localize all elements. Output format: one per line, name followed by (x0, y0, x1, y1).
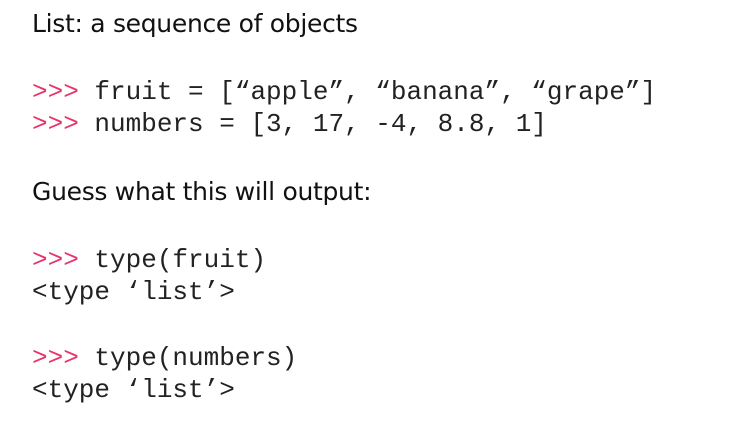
code-line-type-fruit: >>> type(fruit) (32, 244, 266, 276)
code-line-numbers: >>> numbers = [3, 17, -4, 8.8, 1] (32, 108, 547, 140)
code-type-numbers-command: type(numbers) (94, 343, 298, 373)
slide-title: List: a sequence of objects (32, 9, 358, 38)
code-type-fruit-command: type(fruit) (94, 245, 267, 275)
question-heading: Guess what this will output: (32, 177, 372, 206)
repl-prompt: >>> (32, 343, 79, 373)
code-output-type-fruit: <type ‘list’> (32, 277, 235, 307)
code-output-type-numbers: <type ‘list’> (32, 375, 235, 405)
repl-prompt: >>> (32, 77, 79, 107)
code-line-type-numbers: >>> type(numbers) (32, 342, 297, 374)
repl-prompt: >>> (32, 245, 79, 275)
slide: List: a sequence of objects >>> fruit = … (0, 0, 750, 430)
code-fruit-assignment: fruit = [“apple”, “banana”, “grape”] (94, 77, 657, 107)
code-line-fruit: >>> fruit = [“apple”, “banana”, “grape”] (32, 76, 656, 108)
repl-prompt: >>> (32, 109, 79, 139)
code-numbers-assignment: numbers = [3, 17, -4, 8.8, 1] (94, 109, 547, 139)
